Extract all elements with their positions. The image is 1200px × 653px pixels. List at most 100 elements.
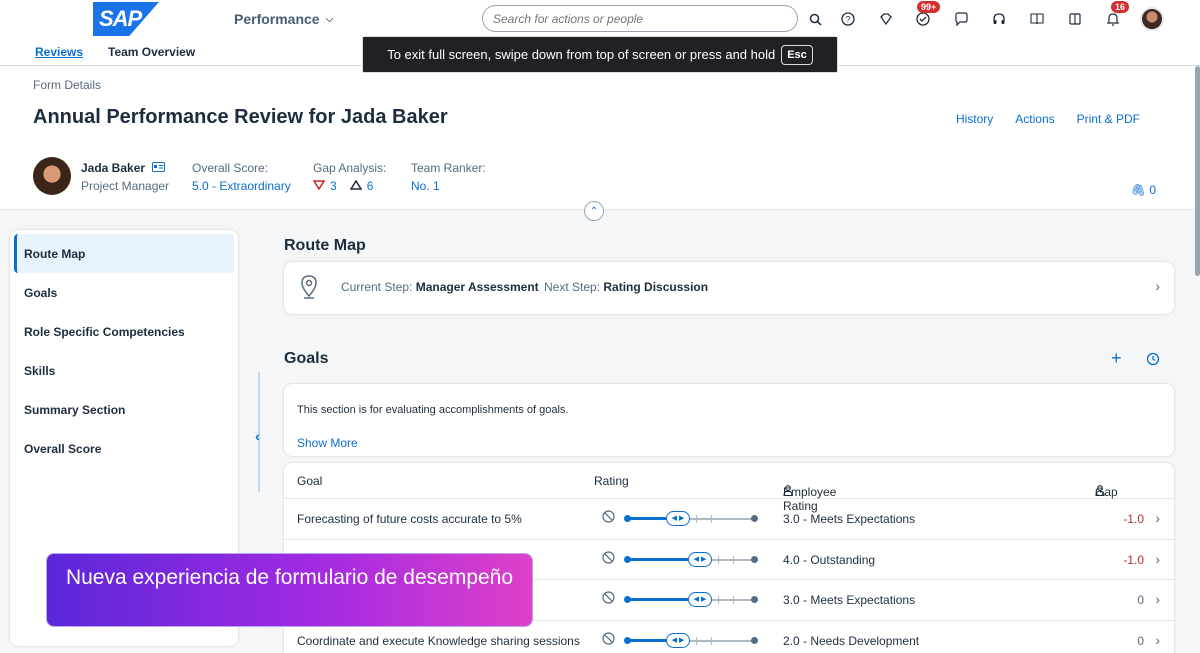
page-title: Annual Performance Review for Jada Baker [33,106,448,128]
overall-score-label: Overall Score: [192,161,269,175]
triangle-down-icon [312,179,326,193]
slider-tick [696,636,697,645]
slider-start-dot [624,515,631,522]
next-step-value: Rating Discussion [603,280,709,294]
object-page-header: Form Details Annual Performance Review f… [0,66,1200,210]
current-step: Current Step: Manager Assessment [341,280,539,294]
goal-name[interactable]: Coordinate and execute Knowledge sharing… [297,634,580,648]
goals-description-card: This section is for evaluating accomplis… [284,384,1174,456]
nav-item-summary[interactable]: Summary Section [14,390,234,429]
collapse-header-button[interactable]: ⌃ [584,201,604,221]
chat-icon[interactable] [952,10,970,28]
slider-tick [711,636,712,645]
tab-team-overview[interactable]: Team Overview [108,45,195,59]
tab-reviews[interactable]: Reviews [35,45,83,59]
gap-analysis: Gap Analysis: 3 6 [312,161,386,193]
attachments[interactable]: 🖇︎ 0 [1131,183,1156,197]
nav-item-route-map[interactable]: Route Map [14,234,234,273]
search-input[interactable] [483,6,797,31]
slider-tick [718,596,719,604]
rating-slider[interactable]: ◀ ▶ [624,632,758,648]
location-pin-icon [300,275,318,302]
chevron-right-icon[interactable]: › [1155,591,1160,607]
esc-key: Esc [781,44,813,65]
app-title: Performance [234,11,320,27]
shell-bar: SAP Performance ⌵ ? 99+ 16 [0,0,1200,40]
history-icon[interactable] [1146,350,1160,371]
paperclip-icon: 🖇︎ [1130,183,1146,197]
app-title-menu[interactable]: Performance ⌵ [234,11,333,27]
actions-link[interactable]: Actions [1015,112,1054,126]
current-step-label: Current Step: [341,280,413,294]
rating-slider[interactable]: ◀ ▶ [624,592,758,607]
team-ranker-value[interactable]: No. 1 [411,179,486,193]
chevron-right-icon: › [1155,278,1160,294]
slider-thumb[interactable]: ◀ ▶ [688,551,712,567]
employee-info: Jada Baker Project Manager [81,161,169,193]
nav-item-overall-score[interactable]: Overall Score [14,429,234,468]
slider-end-dot [751,636,758,644]
gap-down-count: 3 [330,179,337,193]
slider-thumb[interactable]: ◀ ▶ [666,511,690,526]
nav-item-goals[interactable]: Goals [14,273,234,312]
next-step-label: Next Step: [544,280,601,294]
not-applicable-icon[interactable] [602,631,615,648]
search-box[interactable] [482,5,798,32]
page-scrollbar[interactable] [1195,66,1200,276]
promo-banner: Nueva experiencia de formulario de desem… [46,553,533,627]
team-ranker-label: Team Ranker: [411,161,486,175]
slider-thumb[interactable]: ◀ ▶ [688,592,712,607]
slider-start-dot [624,555,631,563]
chevron-right-icon[interactable]: › [1155,551,1160,567]
not-applicable-icon[interactable] [602,591,615,607]
nav-item-role-competencies[interactable]: Role Specific Competencies [14,312,234,351]
chevron-right-icon[interactable]: › [1155,632,1160,648]
add-icon[interactable]: + [1111,348,1122,369]
not-applicable-icon[interactable] [602,550,615,567]
slider-start-dot [624,636,631,644]
slider-tick [696,515,697,523]
goals-title: Goals [284,350,329,367]
user-avatar[interactable] [1140,7,1164,31]
slider-fill [626,638,666,642]
rating-slider[interactable]: ◀ ▶ [624,551,758,567]
employee-avatar [33,157,71,195]
route-map-title: Route Map [284,237,366,254]
slider-end-dot [751,515,758,522]
tasks-badge: 99+ [917,1,941,13]
show-more-link[interactable]: Show More [297,436,358,450]
learning-icon[interactable] [1066,10,1084,28]
headset-icon[interactable] [990,10,1008,28]
slider-tick [718,555,719,564]
chevron-down-icon: ⌵ [325,13,334,25]
not-applicable-icon[interactable] [602,510,615,526]
table-row[interactable]: Forecasting of future costs accurate to … [284,499,1174,540]
gap-value: -1.0 [1123,512,1144,526]
chevron-right-icon[interactable]: › [1155,510,1160,526]
nav-item-skills[interactable]: Skills [14,351,234,390]
next-step: Next Step: Rating Discussion [544,280,708,294]
diamond-icon[interactable] [877,10,895,28]
slider-tick [711,515,712,523]
goal-name[interactable]: Forecasting of future costs accurate to … [297,512,522,526]
gap-analysis-value[interactable]: 3 6 [312,179,386,193]
sap-logo[interactable]: SAP [93,2,159,36]
help-icon[interactable]: ? [839,10,857,28]
overall-score-value[interactable]: 5.0 - Extraordinary [192,179,291,193]
chevron-left-icon[interactable]: ‹ [255,428,260,444]
book-icon[interactable] [1028,10,1046,28]
slider-end-dot [751,596,758,603]
gap-value: 0 [1137,633,1144,648]
route-map-card[interactable]: Current Step: Manager Assessment Next St… [284,262,1174,314]
search-icon[interactable] [806,10,824,28]
rating-slider[interactable]: ◀ ▶ [624,511,758,526]
employee-name: Jada Baker [81,161,146,175]
header-actions: History Actions Print & PDF [956,112,1140,126]
contact-card-icon[interactable] [152,161,166,175]
notification-badge: 16 [1111,1,1130,13]
history-link[interactable]: History [956,112,993,126]
employee-rating: 3.0 - Meets Expectations [783,593,916,607]
breadcrumb[interactable]: Form Details [33,78,101,92]
slider-thumb[interactable]: ◀ ▶ [666,632,690,648]
print-pdf-link[interactable]: Print & PDF [1077,112,1140,126]
